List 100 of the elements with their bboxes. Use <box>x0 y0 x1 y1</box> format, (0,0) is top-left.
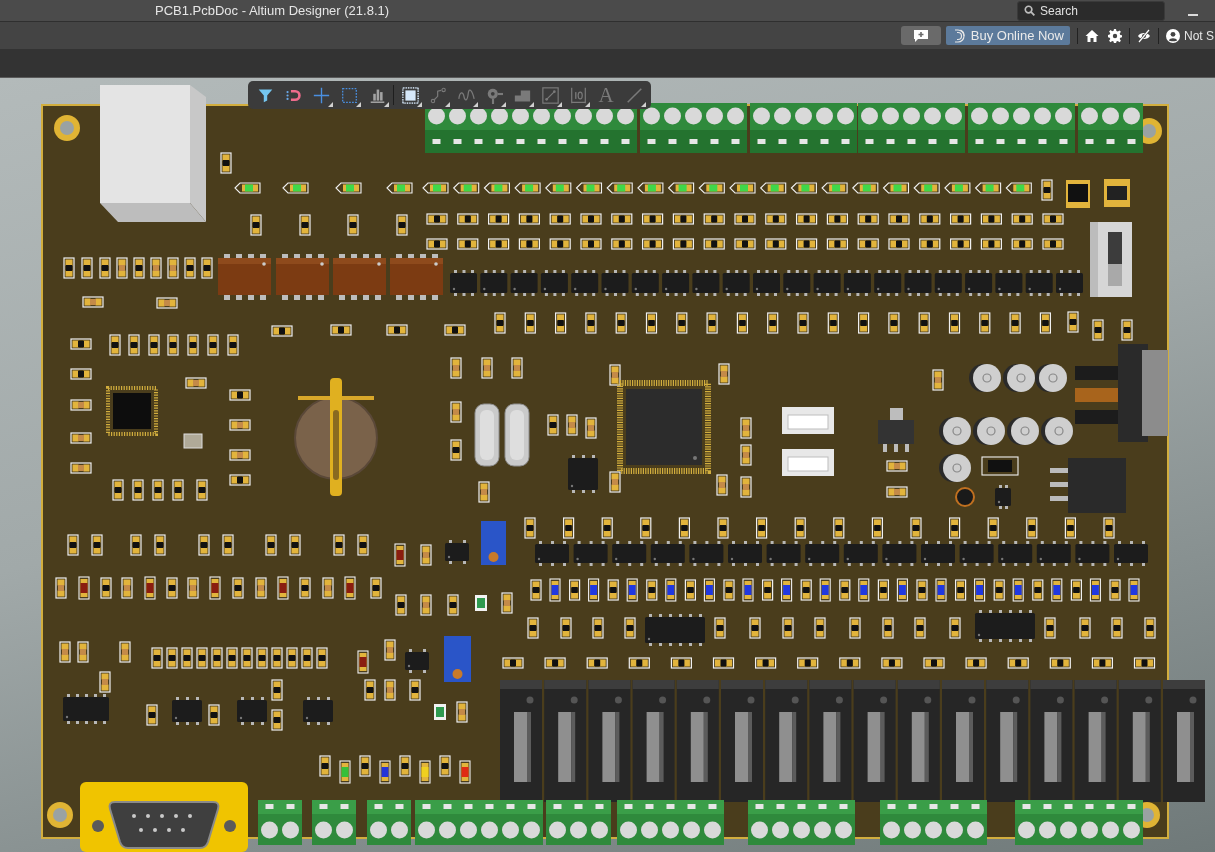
search-icon <box>1024 4 1035 16</box>
resistor <box>67 534 79 556</box>
resistor <box>563 517 575 539</box>
wire-connector <box>782 407 834 434</box>
led <box>698 182 725 194</box>
ic-chip <box>237 697 267 725</box>
resistor <box>289 534 301 556</box>
ic-chip <box>995 270 1023 296</box>
resistor <box>1091 657 1113 669</box>
capacitor <box>99 671 111 693</box>
resistor <box>797 657 819 669</box>
home-icon[interactable] <box>1085 28 1099 43</box>
diagonal-line-icon <box>625 86 643 104</box>
led <box>144 576 156 600</box>
resistor <box>580 213 602 225</box>
resistor <box>399 755 411 777</box>
resistor <box>1011 213 1033 225</box>
resistor <box>1039 312 1051 334</box>
resistor <box>109 334 121 356</box>
ic-chip <box>1114 541 1148 566</box>
led <box>790 182 817 194</box>
resistor <box>871 517 883 539</box>
resistor <box>265 534 277 556</box>
polyline-icon <box>429 86 447 104</box>
resistor <box>229 474 251 486</box>
resistor <box>919 238 941 250</box>
led <box>459 760 471 784</box>
resistor <box>166 647 178 669</box>
eye-slash-icon[interactable] <box>1137 28 1151 43</box>
account-menu[interactable]: Not S <box>1184 28 1214 43</box>
resistor <box>1042 213 1064 225</box>
led <box>852 182 879 194</box>
user-icon[interactable] <box>1166 28 1180 43</box>
ic-chip <box>959 541 994 566</box>
led <box>344 576 356 600</box>
ic-chip <box>766 541 801 566</box>
resistor <box>1067 311 1079 333</box>
ic-chip <box>662 270 690 296</box>
resistor <box>167 334 179 356</box>
resistor <box>646 579 658 601</box>
resistor <box>918 312 930 334</box>
resistor <box>607 579 619 601</box>
ic-chip <box>921 541 955 566</box>
resistor <box>370 577 382 599</box>
ic-chip <box>535 541 569 566</box>
resistor <box>447 594 459 616</box>
speech-bubble-plus-icon <box>912 29 929 42</box>
led <box>277 576 289 600</box>
resistor <box>734 213 756 225</box>
resistor <box>1070 579 1082 601</box>
resistor <box>580 238 602 250</box>
resistor <box>426 213 448 225</box>
minimize-icon[interactable] <box>1188 13 1198 16</box>
ic-chip <box>1075 541 1110 566</box>
resistor <box>916 579 928 601</box>
led <box>759 182 787 194</box>
resistor <box>560 617 572 639</box>
resistor <box>196 647 208 669</box>
ic-chip <box>728 541 762 566</box>
buy-online-button[interactable]: Buy Online Now <box>945 26 1070 45</box>
resistor <box>208 704 220 726</box>
terminal-block <box>546 800 611 845</box>
resistor <box>81 257 93 279</box>
capacitor <box>740 444 752 466</box>
led <box>483 182 510 194</box>
resistor <box>241 647 253 669</box>
resistor <box>611 213 633 225</box>
capacitor <box>740 417 752 439</box>
resistor <box>152 479 164 501</box>
resistor <box>211 647 223 669</box>
resistor <box>494 312 506 334</box>
trimmer-potentiometer <box>444 636 471 682</box>
resistor <box>271 325 293 337</box>
ic-chip <box>480 270 508 296</box>
resistor <box>172 479 184 501</box>
led <box>858 578 870 602</box>
resistor <box>642 238 664 250</box>
resistor <box>184 257 196 279</box>
resistor <box>881 657 903 669</box>
settings-icon[interactable] <box>1108 28 1122 43</box>
ic-chip <box>904 270 932 296</box>
feedback-button[interactable] <box>900 26 941 45</box>
resistor <box>187 334 199 356</box>
resistor <box>130 534 142 556</box>
capacitor <box>384 639 396 661</box>
led <box>935 578 947 602</box>
resistor <box>749 617 761 639</box>
led <box>1051 578 1063 602</box>
resistor <box>826 213 848 225</box>
led <box>606 182 633 194</box>
dashed-square-icon <box>340 86 358 104</box>
led <box>1012 578 1024 602</box>
resistor <box>1032 579 1044 601</box>
resistor <box>955 579 967 601</box>
resistor <box>316 647 328 669</box>
capacitor <box>481 357 493 379</box>
ic-chip <box>874 270 902 296</box>
search-field[interactable]: Search <box>1017 0 1165 21</box>
resistor <box>794 517 806 539</box>
resistor <box>357 534 369 556</box>
